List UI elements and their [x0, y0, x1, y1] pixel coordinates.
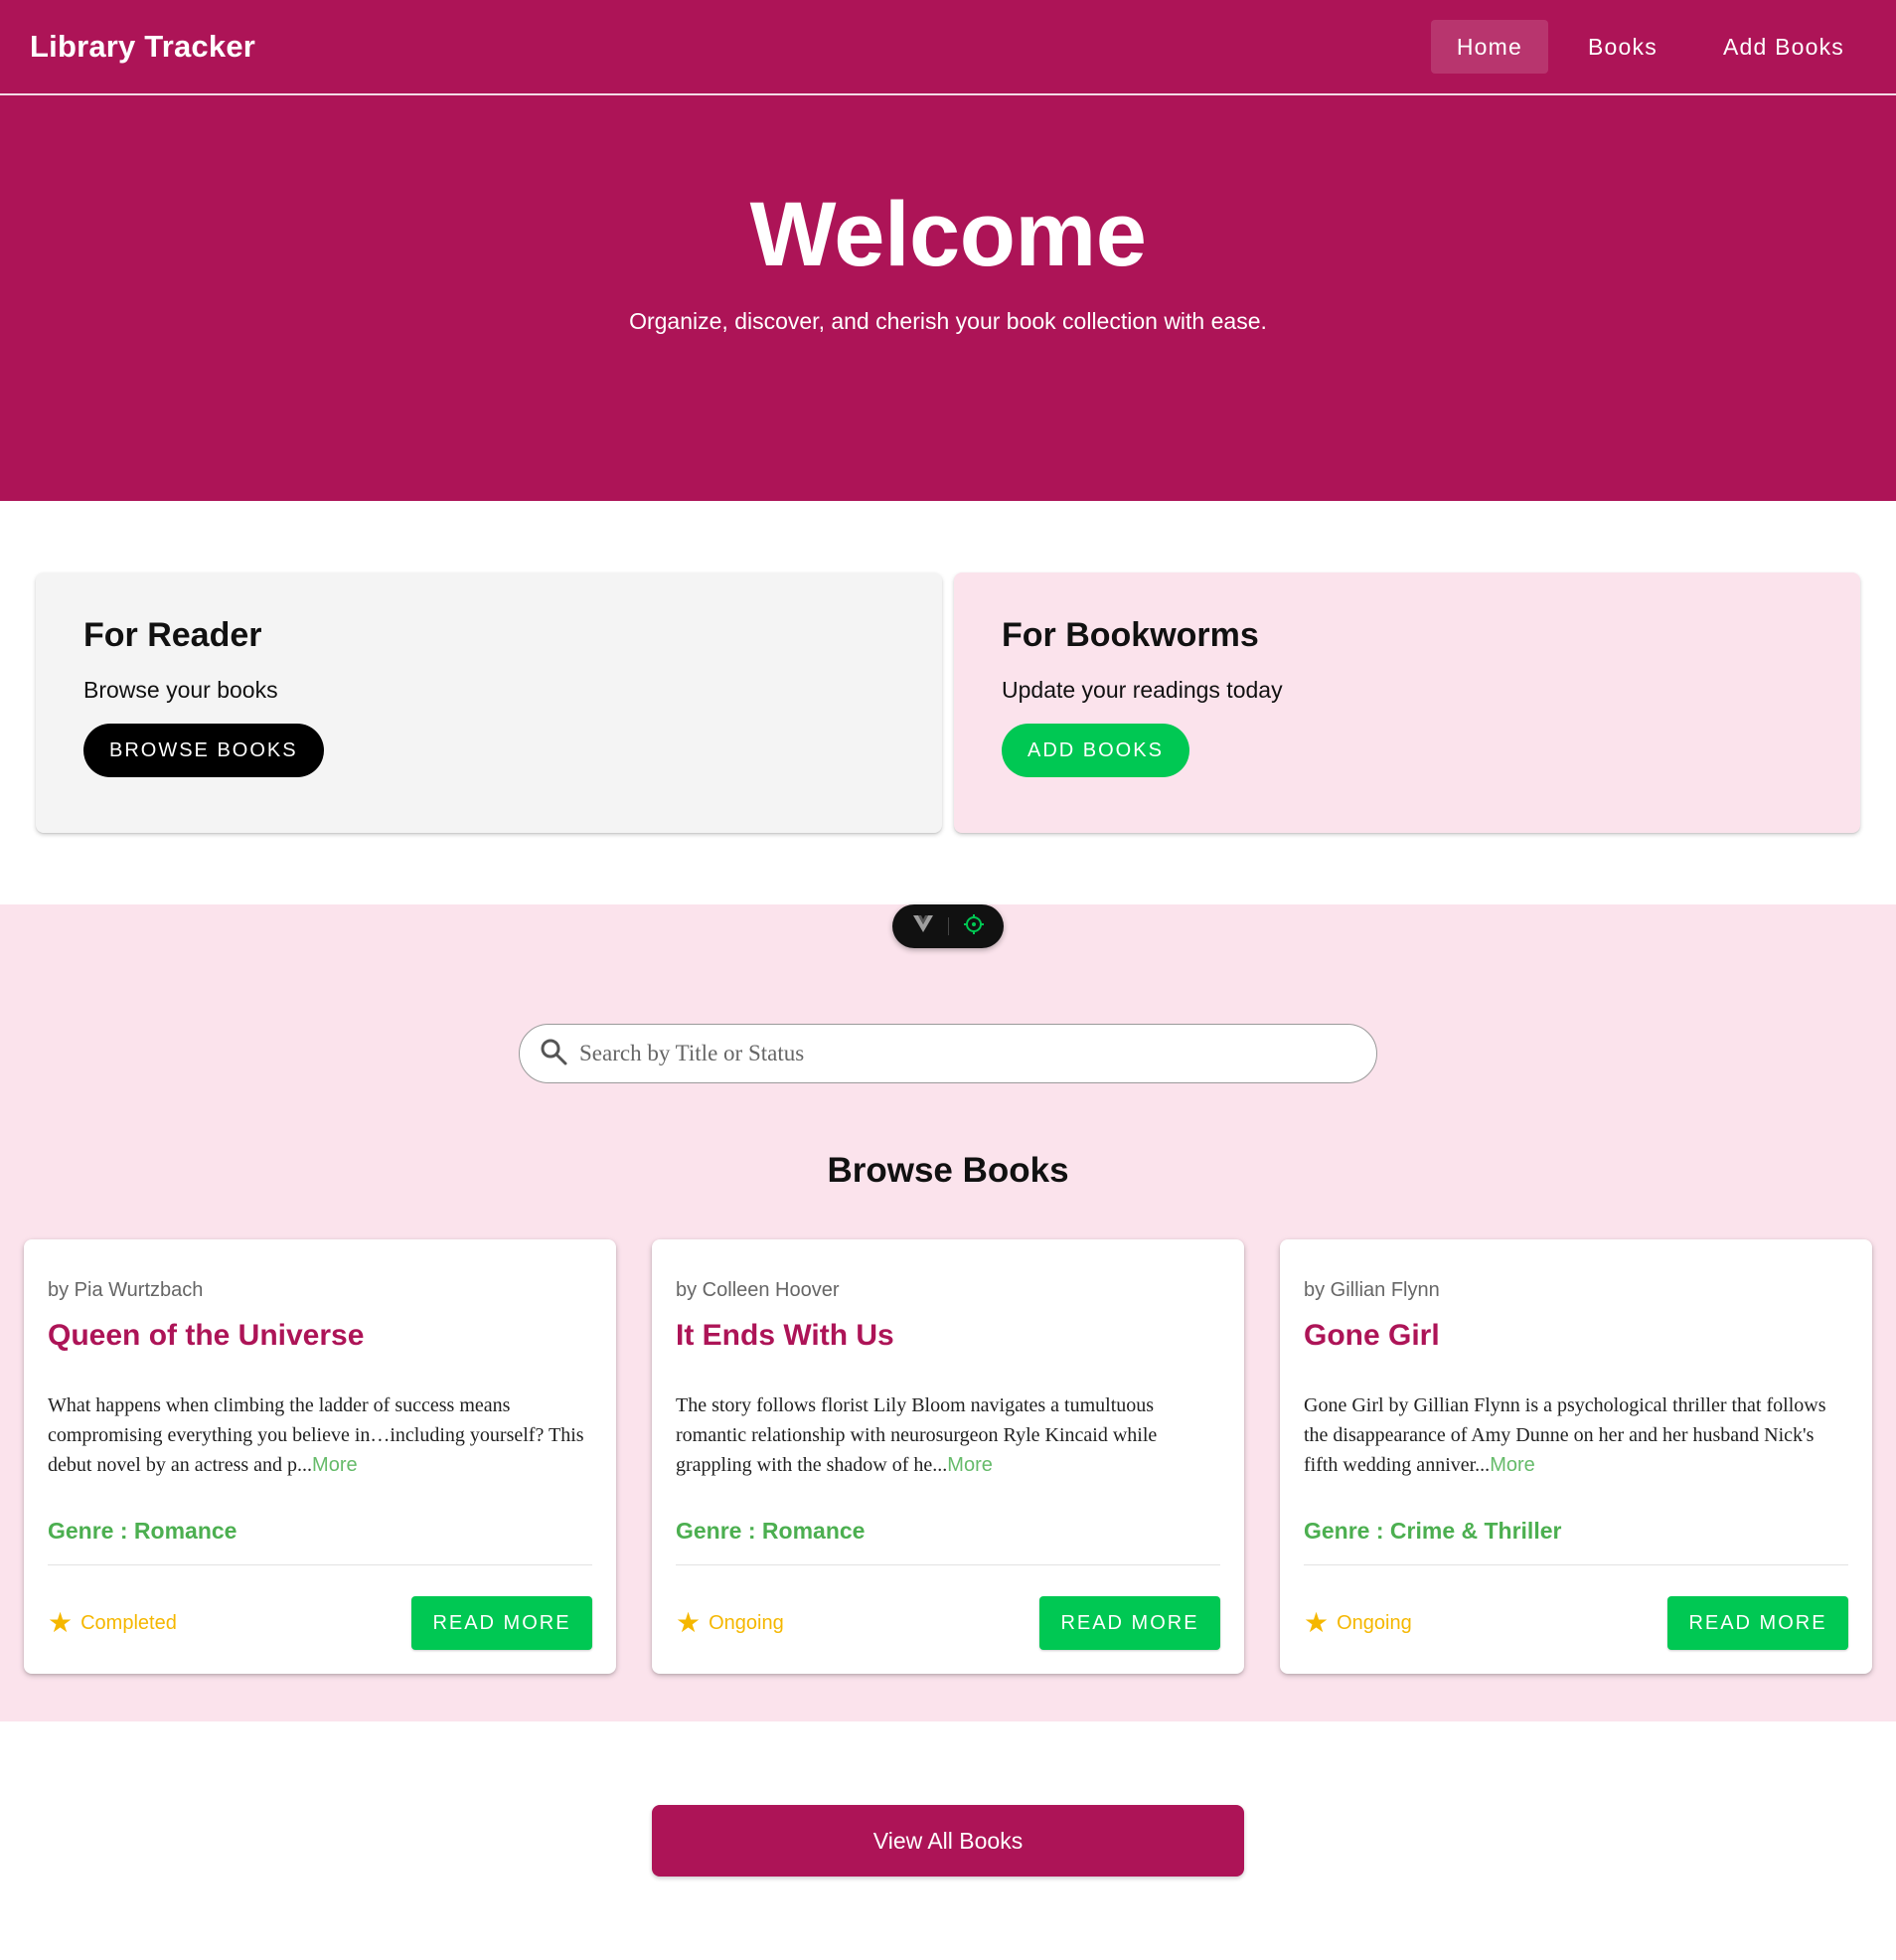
browse-books-title: Browse Books	[827, 1151, 1069, 1190]
hero-banner: Welcome Organize, discover, and cherish …	[0, 95, 1896, 501]
search-bar	[519, 1024, 1377, 1083]
book-description-text: The story follows florist Lily Bloom nav…	[676, 1394, 1158, 1476]
star-icon: ★	[48, 1607, 74, 1638]
book-author: by Gillian Flynn	[1304, 1279, 1440, 1301]
book-genre: Genre : Romance	[48, 1518, 237, 1544]
book-genre: Genre : Romance	[676, 1518, 866, 1544]
book-card: by Pia Wurtzbach Queen of the Universe W…	[24, 1239, 616, 1674]
status-text: Ongoing	[1337, 1611, 1412, 1634]
read-more-button[interactable]: READ MORE	[1039, 1596, 1220, 1650]
search-icon	[540, 1038, 567, 1070]
card-divider	[1304, 1564, 1848, 1565]
bookworms-card-text: Update your readings today	[1002, 677, 1283, 703]
reader-card: For Reader Browse your books BROWSE BOOK…	[36, 572, 942, 833]
book-card-footer: ★ Ongoing READ MORE	[676, 1596, 1220, 1650]
search-input[interactable]	[579, 1025, 1376, 1082]
book-card: by Gillian Flynn Gone Girl Gone Girl by …	[1280, 1239, 1872, 1674]
navbar: Library Tracker Home Books Add Books	[0, 0, 1896, 95]
status-badge: ★ Completed	[48, 1609, 177, 1637]
read-more-button[interactable]: READ MORE	[411, 1596, 592, 1650]
reader-card-title: For Reader	[83, 616, 262, 654]
nav-add-books[interactable]: Add Books	[1697, 20, 1870, 74]
read-more-button[interactable]: READ MORE	[1667, 1596, 1848, 1650]
book-card: by Colleen Hoover It Ends With Us The st…	[652, 1239, 1244, 1674]
book-author: by Pia Wurtzbach	[48, 1279, 204, 1301]
bookworms-card: For Bookworms Update your readings today…	[954, 572, 1860, 833]
view-all-books-button[interactable]: View All Books	[652, 1805, 1244, 1877]
hero-subtitle: Organize, discover, and cherish your boo…	[629, 308, 1267, 334]
card-divider	[676, 1564, 1220, 1565]
status-badge: ★ Ongoing	[676, 1609, 784, 1637]
hero-title: Welcome	[749, 184, 1147, 285]
nav-links: Home Books Add Books	[1430, 20, 1870, 74]
browse-books-button[interactable]: BROWSE BOOKS	[83, 724, 324, 777]
book-description-text: Gone Girl by Gillian Flynn is a psycholo…	[1304, 1394, 1826, 1476]
more-link[interactable]: More	[1490, 1454, 1535, 1476]
book-description: What happens when climbing the ladder of…	[48, 1390, 592, 1480]
status-badge: ★ Ongoing	[1304, 1609, 1412, 1637]
vue-devtools-toggle[interactable]	[892, 904, 1004, 948]
nav-books[interactable]: Books	[1562, 20, 1683, 74]
status-text: Completed	[80, 1611, 177, 1634]
brand-logo[interactable]: Library Tracker	[30, 29, 255, 65]
book-title[interactable]: Queen of the Universe	[48, 1319, 364, 1353]
more-link[interactable]: More	[947, 1454, 993, 1476]
book-card-footer: ★ Ongoing READ MORE	[1304, 1596, 1848, 1650]
crosshair-icon[interactable]	[963, 913, 985, 940]
book-title[interactable]: It Ends With Us	[676, 1319, 894, 1353]
card-divider	[48, 1564, 592, 1565]
vue-logo-icon[interactable]	[912, 914, 934, 939]
status-text: Ongoing	[709, 1611, 784, 1634]
book-card-footer: ★ Completed READ MORE	[48, 1596, 592, 1650]
book-author: by Colleen Hoover	[676, 1279, 840, 1301]
book-title[interactable]: Gone Girl	[1304, 1319, 1440, 1353]
reader-card-text: Browse your books	[83, 677, 278, 703]
star-icon: ★	[676, 1607, 702, 1638]
book-genre: Genre : Crime & Thriller	[1304, 1518, 1562, 1544]
bookworms-card-title: For Bookworms	[1002, 616, 1259, 654]
star-icon: ★	[1304, 1607, 1330, 1638]
more-link[interactable]: More	[312, 1454, 358, 1476]
add-books-button[interactable]: ADD BOOKS	[1002, 724, 1189, 777]
book-description: The story follows florist Lily Bloom nav…	[676, 1390, 1220, 1480]
book-description: Gone Girl by Gillian Flynn is a psycholo…	[1304, 1390, 1848, 1480]
devtools-divider	[947, 917, 949, 935]
nav-home[interactable]: Home	[1430, 20, 1549, 74]
